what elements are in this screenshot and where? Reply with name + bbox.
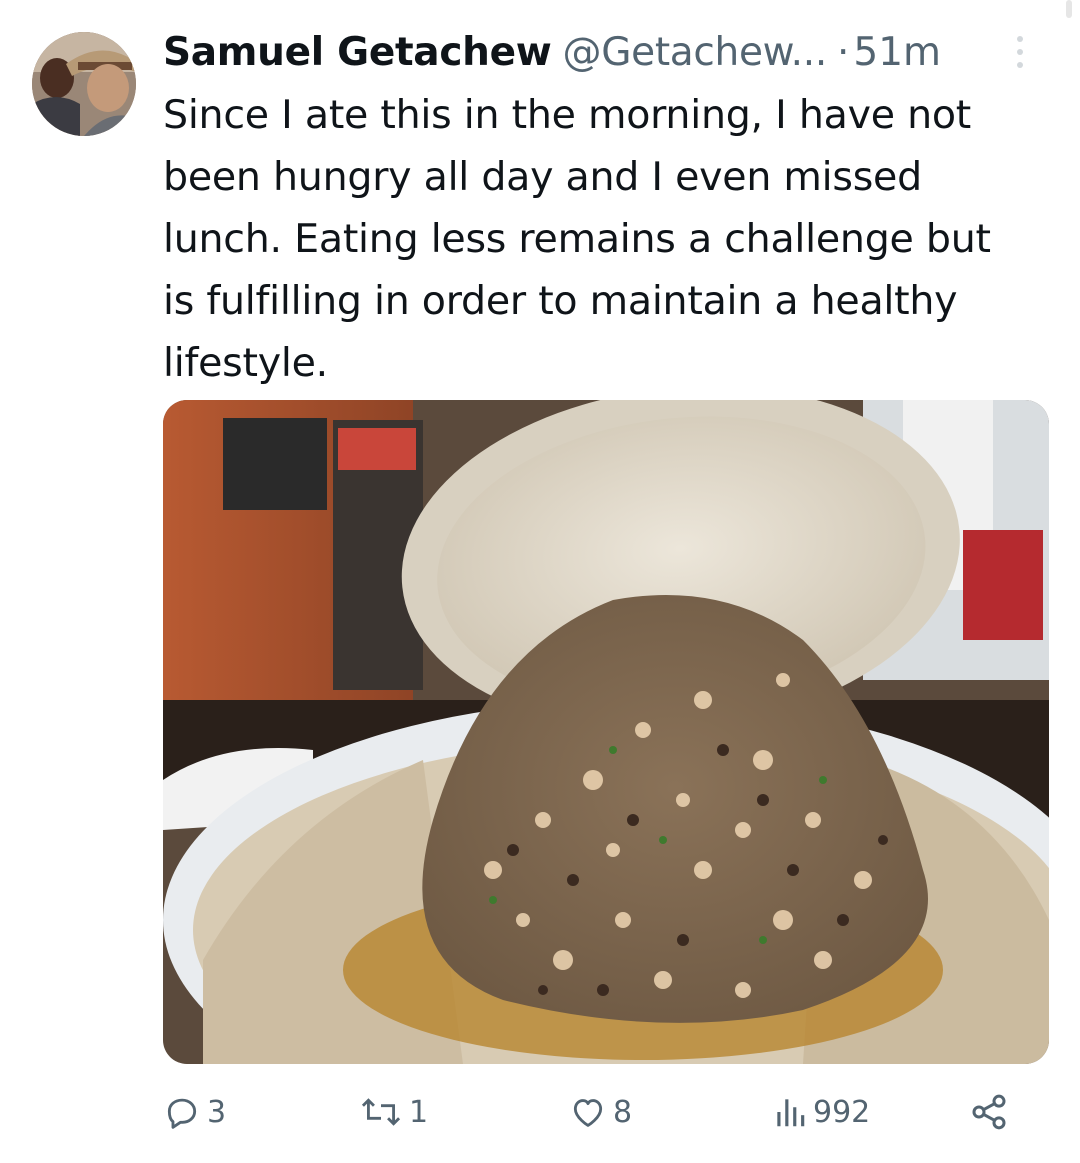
reply-count: 3 (207, 1094, 227, 1130)
heart-icon (573, 1099, 603, 1127)
reply-button[interactable]: 3 (163, 1082, 226, 1142)
views-count: 992 (813, 1094, 871, 1130)
more-vertical-icon[interactable] (1000, 32, 1040, 72)
author-handle[interactable]: @Getachew... (563, 30, 828, 75)
tweet-header: Samuel Getachew @Getachew... · 51m (163, 26, 1040, 78)
tweet-text: Since I ate this in the morning, I have … (163, 92, 991, 386)
avatar-photo (32, 32, 136, 136)
food-photo (163, 400, 1049, 1064)
tweet-actions: 3 1 8 992 (163, 1082, 1023, 1142)
timestamp[interactable]: 51m (853, 30, 941, 75)
views-bar-chart-icon (777, 1099, 805, 1127)
retweet-count: 1 (409, 1094, 429, 1130)
scrollbar[interactable] (1066, 0, 1072, 18)
author-name[interactable]: Samuel Getachew (163, 30, 552, 75)
share-icon (972, 1094, 1006, 1130)
share-button[interactable] (969, 1082, 1009, 1142)
reply-icon (167, 1098, 197, 1129)
tweet-media-image[interactable] (163, 400, 1049, 1064)
like-button[interactable]: 8 (569, 1082, 632, 1142)
separator-dot: · (836, 29, 850, 75)
retweet-button[interactable]: 1 (359, 1082, 428, 1142)
like-count: 8 (613, 1094, 633, 1130)
views-button[interactable]: 992 (773, 1082, 870, 1142)
retweet-icon (361, 1098, 401, 1126)
avatar[interactable] (32, 32, 136, 136)
